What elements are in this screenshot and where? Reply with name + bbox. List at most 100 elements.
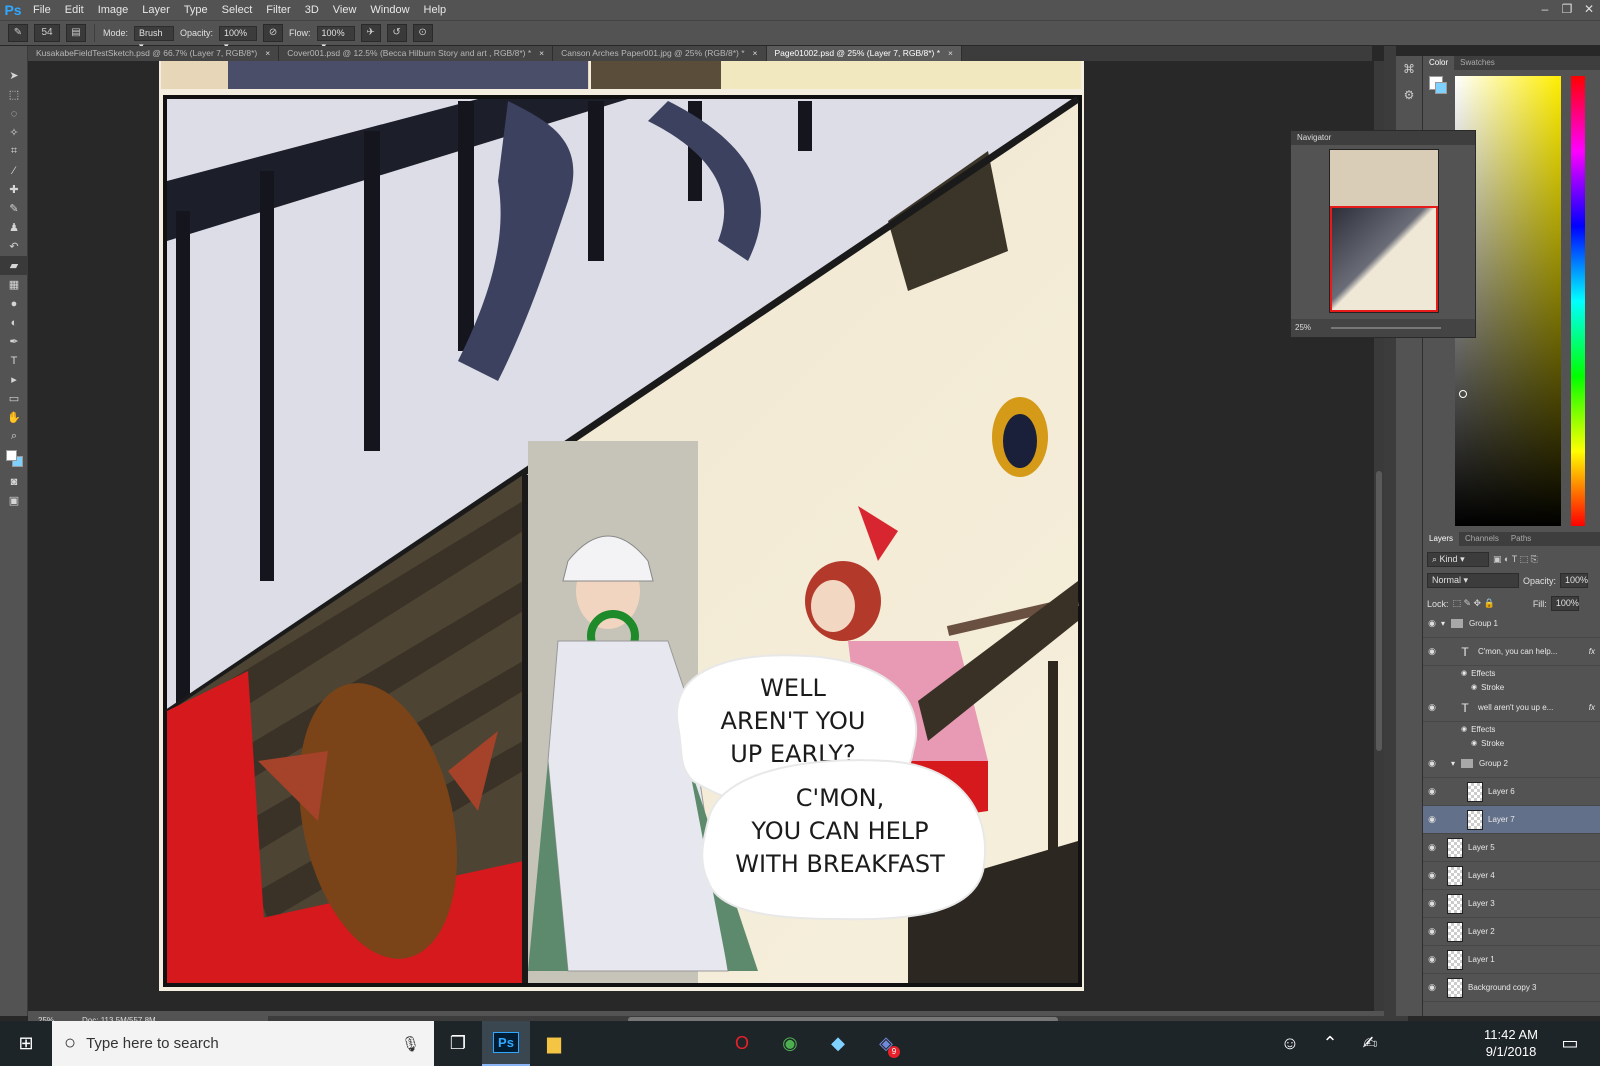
blur-tool-icon[interactable]: ● [0, 294, 28, 313]
visibility-eye-icon[interactable]: ◉ [1423, 982, 1441, 993]
color-swatches[interactable] [0, 446, 27, 472]
opacity-field[interactable]: 100% ▾ [219, 25, 258, 51]
restore-button[interactable]: ❐ [1556, 0, 1578, 20]
action-center-icon[interactable]: ▭ [1546, 1021, 1594, 1066]
navigator-zoom-value[interactable]: 25% [1295, 323, 1311, 332]
visibility-eye-icon[interactable]: ◉ [1423, 618, 1441, 629]
layer-filter-icons[interactable]: ▣ ◐ T ⬚ ⎘ [1493, 554, 1538, 565]
microphone-icon[interactable]: 🎙 [401, 1035, 420, 1053]
menu-edit[interactable]: Edit [58, 4, 91, 16]
hand-tool-icon[interactable]: ✋ [0, 408, 28, 427]
navigator-view-box[interactable] [1330, 206, 1438, 312]
layer-row[interactable]: ◉ Effects [1423, 666, 1600, 680]
foreground-color-swatch[interactable] [6, 450, 17, 461]
layer-filter-select[interactable]: ⌕ Kind ▾ [1427, 552, 1489, 567]
layer-row[interactable]: ◉ Layer 7 [1423, 806, 1600, 834]
menu-window[interactable]: Window [363, 4, 416, 16]
screen-mode-icon[interactable]: ▣ [0, 491, 28, 510]
menu-file[interactable]: File [26, 4, 58, 16]
close-tab-icon[interactable]: × [948, 48, 953, 58]
layer-row[interactable]: ◉ Stroke [1423, 736, 1600, 750]
taskbar-search-box[interactable]: ○ Type here to search 🎙 [52, 1021, 434, 1066]
layer-row[interactable]: ◉ Layer 1 [1423, 946, 1600, 974]
layer-row[interactable]: ◉ Background copy 3 [1423, 974, 1600, 1002]
tab-layers[interactable]: Layers [1423, 532, 1460, 546]
effect-visibility-icon[interactable]: ◉ [1471, 683, 1477, 691]
layer-row[interactable]: ◉ T C'mon, you can help... fx [1423, 638, 1600, 666]
layer-opacity-field[interactable]: 100% [1560, 573, 1588, 588]
layer-row[interactable]: ◉ Twell aren't you up e... fx [1423, 694, 1600, 722]
document-tab[interactable]: KusakabeFieldTestSketch.psd @ 66.7% (Lay… [28, 46, 280, 61]
layer-row[interactable]: ◉ ▾ Group 1 [1423, 610, 1600, 638]
layer-row[interactable]: ◉ Layer 2 [1423, 918, 1600, 946]
color-panel-bg-swatch[interactable] [1435, 82, 1447, 94]
task-view-icon[interactable]: ❐ [434, 1021, 482, 1066]
mode-select[interactable]: Brush ▾ [134, 25, 175, 51]
tab-paths[interactable]: Paths [1505, 532, 1537, 546]
minimize-button[interactable]: – [1534, 0, 1556, 20]
comic-page-canvas[interactable]: WELL AREN'T YOU UP EARLY? C'MON, YOU CAN… [28, 61, 1372, 1011]
effect-visibility-icon[interactable]: ◉ [1461, 669, 1467, 677]
quick-mask-icon[interactable]: ◙ [0, 472, 28, 491]
file-explorer-icon[interactable]: ▆ [530, 1021, 578, 1066]
visibility-eye-icon[interactable]: ◉ [1423, 646, 1441, 657]
app-icon[interactable]: ◆ [814, 1021, 862, 1066]
group-expand-chevron-icon[interactable]: ▾ [1441, 619, 1445, 628]
layer-row[interactable]: ◉ Effects [1423, 722, 1600, 736]
layer-effects-icon[interactable]: fx [1589, 647, 1595, 656]
pen-tool-icon[interactable]: ✒ [0, 332, 28, 351]
photoshop-taskbar-icon[interactable]: Ps [482, 1021, 530, 1066]
opera-icon[interactable]: O [718, 1021, 766, 1066]
visibility-eye-icon[interactable]: ◉ [1423, 954, 1441, 965]
visibility-eye-icon[interactable]: ◉ [1423, 814, 1441, 825]
history-panel-icon[interactable]: ⌘ [1396, 56, 1422, 82]
eraser-tool-icon[interactable]: ▰ [0, 256, 28, 275]
eyedropper-tool-icon[interactable]: ⁄ [0, 161, 28, 180]
document-tab[interactable]: Canson Arches Paper001.jpg @ 25% (RGB/8*… [553, 46, 767, 61]
menu-help[interactable]: Help [417, 4, 454, 16]
properties-panel-icon[interactable]: ⚙ [1396, 82, 1422, 108]
navigator-zoom-slider[interactable] [1331, 326, 1442, 329]
blend-mode-select[interactable]: Normal ▾ [1427, 573, 1519, 588]
windows-start-icon[interactable]: ⊞ [0, 1021, 52, 1066]
shape-tool-icon[interactable]: ▭ [0, 389, 28, 408]
move-tool-icon[interactable]: ➤ [0, 66, 28, 85]
visibility-eye-icon[interactable]: ◉ [1423, 842, 1441, 853]
effect-visibility-icon[interactable]: ◉ [1461, 725, 1467, 733]
type-tool-icon[interactable]: T [0, 351, 28, 370]
close-tab-icon[interactable]: × [753, 48, 758, 58]
layer-row[interactable]: ◉ Layer 3 [1423, 890, 1600, 918]
document-tab[interactable]: Page01002.psd @ 25% (Layer 7, RGB/8*) * × [766, 46, 962, 61]
navigator-title[interactable]: Navigator [1291, 131, 1475, 145]
menu-3d[interactable]: 3D [298, 4, 326, 16]
airbrush-icon[interactable]: ✈ [360, 24, 381, 42]
lock-icons[interactable]: ⬚ ✎ ✥ 🔒 [1453, 598, 1495, 609]
layer-row[interactable]: ◉ Layer 5 [1423, 834, 1600, 862]
crop-tool-icon[interactable]: ⌗ [0, 142, 28, 161]
menu-view[interactable]: View [326, 4, 364, 16]
brush-size-picker[interactable]: 54 [34, 24, 60, 42]
history-brush-tool-icon[interactable]: ↶ [0, 237, 28, 256]
visibility-eye-icon[interactable]: ◉ [1423, 898, 1441, 909]
layer-effects-icon[interactable]: fx [1589, 703, 1595, 712]
dodge-tool-icon[interactable]: ◐ [0, 313, 28, 332]
chrome-icon[interactable]: ◉ [766, 1021, 814, 1066]
zoom-tool-icon[interactable]: ⌕ [0, 427, 28, 446]
visibility-eye-icon[interactable]: ◉ [1423, 758, 1441, 769]
visibility-eye-icon[interactable]: ◉ [1423, 926, 1441, 937]
canvas-area[interactable]: WELL AREN'T YOU UP EARLY? C'MON, YOU CAN… [28, 61, 1372, 1011]
eraser-tool-preset-icon[interactable]: ✎ [8, 24, 28, 42]
vertical-scroll-thumb[interactable] [1376, 471, 1382, 751]
layer-row[interactable]: ◉ Layer 6 [1423, 778, 1600, 806]
healing-brush-tool-icon[interactable]: ✚ [0, 180, 28, 199]
tab-channels[interactable]: Channels [1459, 532, 1505, 546]
menu-layer[interactable]: Layer [135, 4, 177, 16]
visibility-eye-icon[interactable]: ◉ [1423, 786, 1441, 797]
path-selection-tool-icon[interactable]: ▸ [0, 370, 28, 389]
color-picker-cursor[interactable] [1459, 390, 1467, 398]
quick-select-tool-icon[interactable]: ✧ [0, 123, 28, 142]
visibility-eye-icon[interactable]: ◉ [1423, 870, 1441, 881]
gradient-tool-icon[interactable]: ▦ [0, 275, 28, 294]
discord-icon[interactable]: ◈ 9 [862, 1021, 910, 1066]
clone-stamp-tool-icon[interactable]: ♟ [0, 218, 28, 237]
